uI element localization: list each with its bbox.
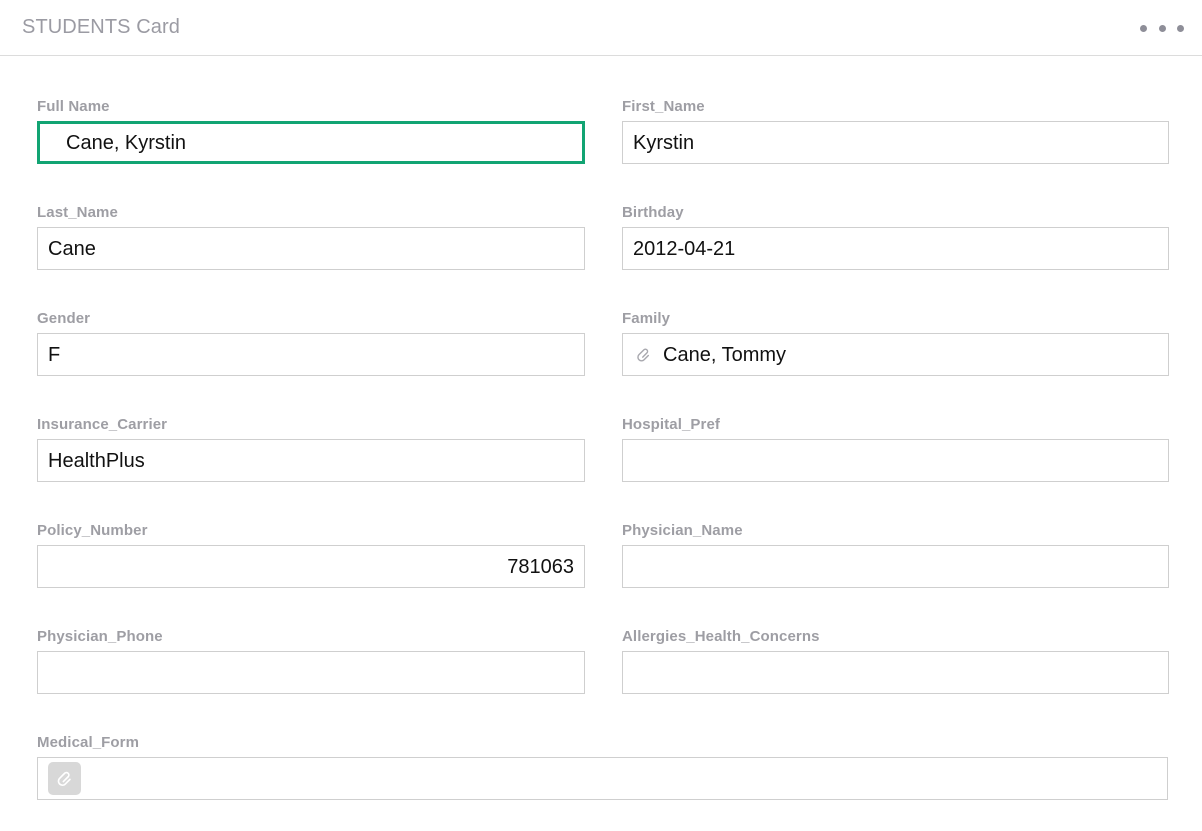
field-label-insurance-carrier: Insurance_Carrier	[37, 416, 585, 434]
field-label-allergies-health-concerns: Allergies_Health_Concerns	[622, 628, 1169, 646]
insurance-carrier-input[interactable]: HealthPlus	[37, 439, 585, 482]
field-label-physician-phone: Physician_Phone	[37, 628, 585, 646]
ellipsis-horizontal-icon[interactable]	[1140, 18, 1184, 38]
last-name-value: Cane	[48, 239, 96, 259]
field-first-name: First_Name Kyrstin	[622, 98, 1169, 164]
policy-number-input[interactable]: 781063	[37, 545, 585, 588]
policy-number-value: 781063	[507, 557, 574, 577]
first-name-input[interactable]: Kyrstin	[622, 121, 1169, 164]
family-input[interactable]: Cane, Tommy	[622, 333, 1169, 376]
field-label-policy-number: Policy_Number	[37, 522, 585, 540]
card-header: STUDENTS Card	[0, 0, 1202, 56]
gender-value: F	[48, 345, 60, 365]
first-name-value: Kyrstin	[633, 133, 694, 153]
field-physician-name: Physician_Name	[622, 522, 1169, 588]
field-label-birthday: Birthday	[622, 204, 1169, 222]
field-birthday: Birthday 2012-04-21	[622, 204, 1169, 270]
full-name-input[interactable]: Cane, Kyrstin	[37, 121, 585, 164]
field-policy-number: Policy_Number 781063	[37, 522, 585, 588]
students-card: STUDENTS Card Full Name Cane, Kyrstin Fi…	[0, 0, 1202, 831]
card-form: Full Name Cane, Kyrstin First_Name Kyrst…	[0, 56, 1202, 831]
birthday-input[interactable]: 2012-04-21	[622, 227, 1169, 270]
hospital-pref-input[interactable]	[622, 439, 1169, 482]
field-medical-form: Medical_Form	[37, 734, 1168, 800]
full-name-value: Cane, Kyrstin	[66, 133, 186, 153]
field-physician-phone: Physician_Phone	[37, 628, 585, 694]
field-label-medical-form: Medical_Form	[37, 734, 1168, 752]
field-label-hospital-pref: Hospital_Pref	[622, 416, 1169, 434]
paperclip-link-icon[interactable]	[633, 344, 655, 366]
ellipsis-dot-1	[1140, 25, 1147, 32]
field-label-gender: Gender	[37, 310, 585, 328]
ellipsis-dot-2	[1159, 25, 1166, 32]
field-full-name: Full Name Cane, Kyrstin	[37, 98, 585, 164]
field-label-physician-name: Physician_Name	[622, 522, 1169, 540]
page-title: STUDENTS Card	[22, 16, 180, 39]
allergies-health-concerns-input[interactable]	[622, 651, 1169, 694]
medical-form-input[interactable]	[37, 757, 1168, 800]
physician-phone-input[interactable]	[37, 651, 585, 694]
gender-input[interactable]: F	[37, 333, 585, 376]
birthday-value: 2012-04-21	[633, 239, 735, 259]
field-insurance-carrier: Insurance_Carrier HealthPlus	[37, 416, 585, 482]
physician-name-input[interactable]	[622, 545, 1169, 588]
field-hospital-pref: Hospital_Pref	[622, 416, 1169, 482]
insurance-carrier-value: HealthPlus	[48, 451, 145, 471]
field-label-first-name: First_Name	[622, 98, 1169, 116]
family-value: Cane, Tommy	[663, 345, 786, 365]
field-last-name: Last_Name Cane	[37, 204, 585, 270]
paperclip-attachment-icon[interactable]	[48, 762, 81, 795]
field-label-full-name: Full Name	[37, 98, 585, 116]
ellipsis-dot-3	[1177, 25, 1184, 32]
last-name-input[interactable]: Cane	[37, 227, 585, 270]
field-family: Family Cane, Tommy	[622, 310, 1169, 376]
field-label-last-name: Last_Name	[37, 204, 585, 222]
field-label-family: Family	[622, 310, 1169, 328]
field-allergies-health-concerns: Allergies_Health_Concerns	[622, 628, 1169, 694]
field-gender: Gender F	[37, 310, 585, 376]
